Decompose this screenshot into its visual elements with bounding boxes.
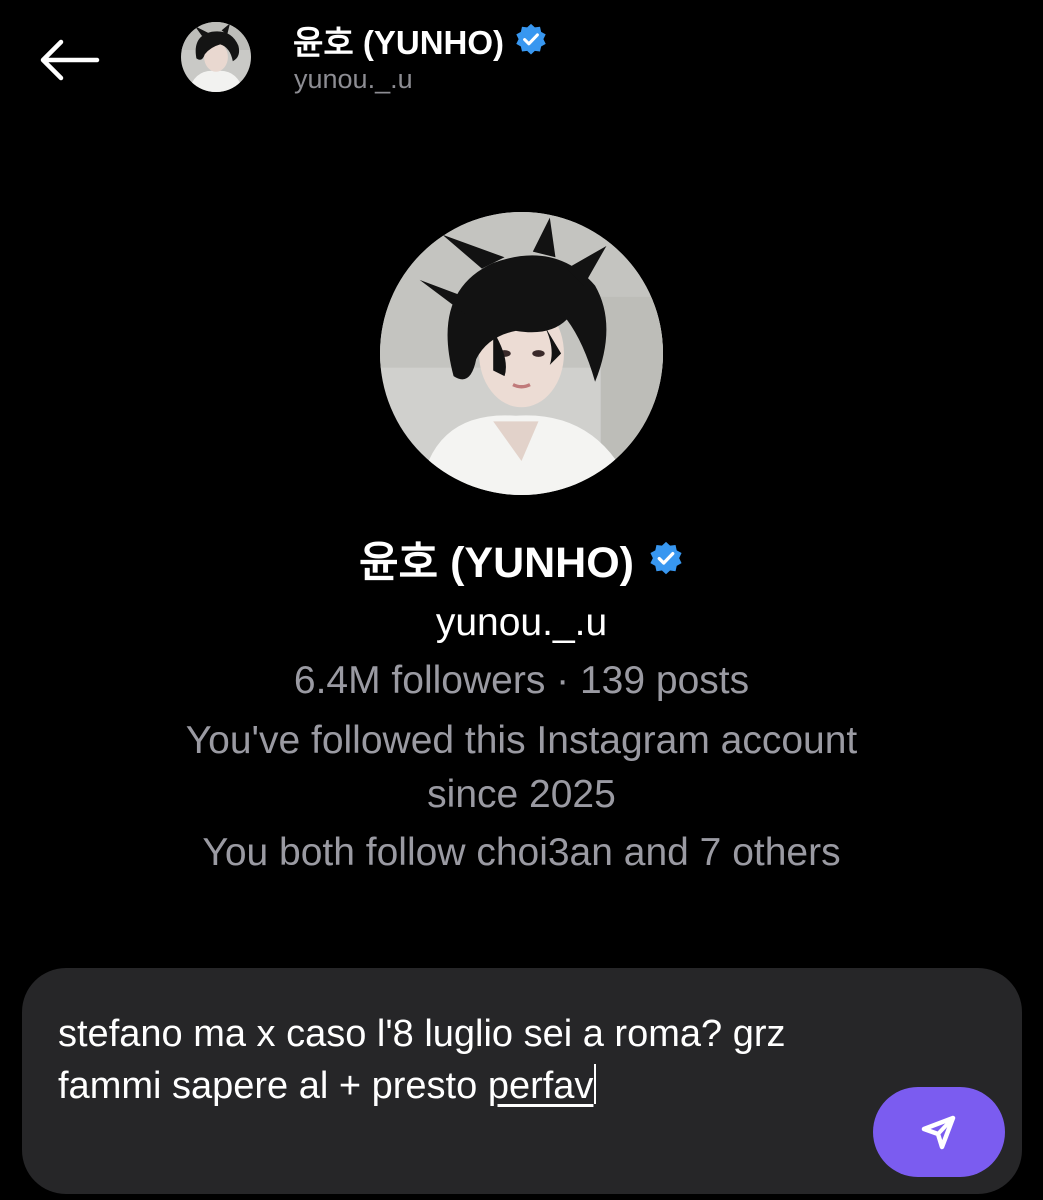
back-button[interactable] (30, 25, 110, 95)
follow-since-text: You've followed this Instagram account s… (0, 714, 1043, 822)
text-cursor (594, 1064, 597, 1104)
message-text-suggestion-word: perfav (487, 1065, 594, 1107)
profile-avatar[interactable] (380, 212, 663, 495)
message-text: stefano ma x caso l'8 luglio sei a roma?… (58, 1013, 786, 1107)
profile-stats: 6.4M followers · 139 posts (293, 659, 750, 702)
verified-badge-icon (648, 541, 684, 577)
header-display-name: 윤호 (YUNHO) (293, 24, 505, 61)
send-button[interactable] (873, 1087, 1005, 1177)
header-name-row[interactable]: 윤호 (YUNHO) (293, 16, 548, 64)
profile-username: yunou._.u (435, 601, 608, 644)
message-input[interactable]: stefano ma x caso l'8 luglio sei a roma?… (58, 1008, 848, 1112)
profile-name-row: 윤호 (YUNHO) (0, 528, 1043, 590)
mutual-follows-text: You both follow choi3an and 7 others (202, 831, 841, 874)
verified-badge-icon (514, 23, 548, 57)
message-composer: stefano ma x caso l'8 luglio sei a roma?… (22, 968, 1022, 1194)
header-avatar[interactable] (181, 22, 251, 92)
top-bar: 윤호 (YUNHO) yunou._.u (0, 0, 1043, 120)
follow-since-line-1: You've followed this Instagram account (185, 719, 858, 762)
profile-display-name: 윤호 (YUNHO) (359, 539, 634, 587)
arrow-left-icon (40, 39, 100, 81)
send-icon (921, 1115, 956, 1150)
follow-since-line-2: since 2025 (427, 773, 616, 816)
header-username: yunou._.u (294, 64, 413, 94)
